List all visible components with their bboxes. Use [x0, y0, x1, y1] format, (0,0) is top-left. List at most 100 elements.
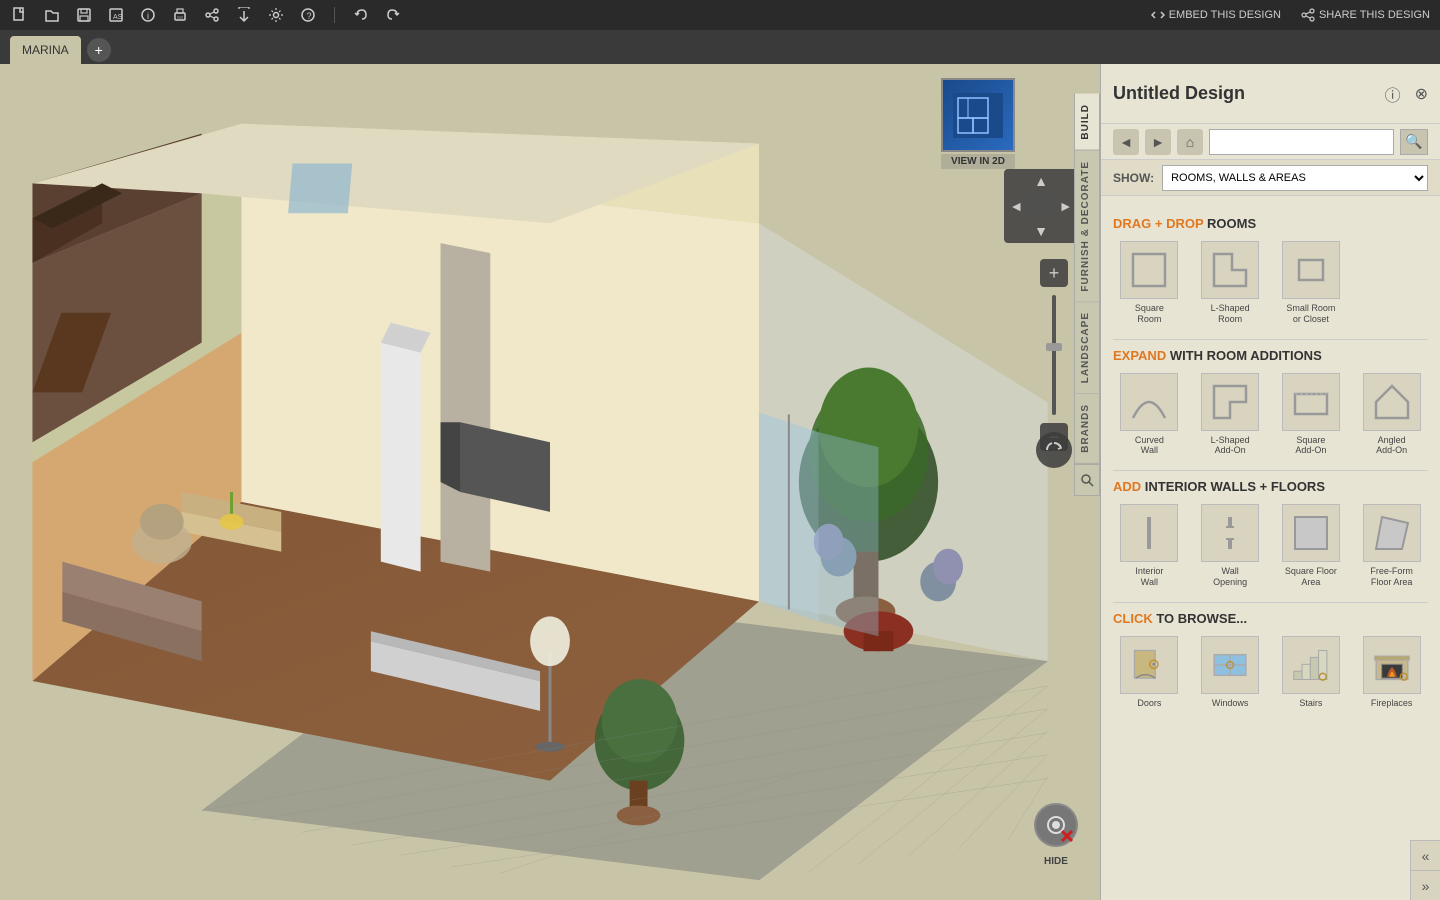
curved-wall-label: Curved Wall	[1135, 435, 1164, 457]
interior-grid: Interior Wall Wall Opening Square Floor …	[1113, 504, 1428, 588]
l-shaped-addon-item[interactable]: L-Shaped Add-On	[1194, 373, 1267, 457]
nav-down-button[interactable]: ▼	[1029, 218, 1054, 243]
print-icon[interactable]	[170, 5, 190, 25]
tab-build[interactable]: BUILD	[1074, 94, 1100, 151]
nav-empty-tl	[1004, 169, 1029, 194]
redo-icon[interactable]	[383, 5, 403, 25]
panel-collapse-button[interactable]: ⊗	[1415, 84, 1428, 104]
square-floor-item[interactable]: Square Floor Area	[1275, 504, 1348, 588]
new-icon[interactable]	[10, 5, 30, 25]
add-tab-button[interactable]: +	[87, 38, 111, 62]
l-shaped-room-item[interactable]: L-Shaped Room	[1194, 241, 1267, 325]
stairs-label: Stairs	[1299, 698, 1322, 709]
panel-search-button[interactable]: 🔍	[1400, 129, 1428, 155]
canvas[interactable]: VIEW IN 2D ▲ ◄ ► ▼ + −	[0, 64, 1100, 900]
rotate-button[interactable]	[1036, 432, 1072, 468]
empty-cell-1	[1355, 241, 1428, 325]
divider-3	[1113, 602, 1428, 603]
topbar-icons: AS i ?	[10, 5, 403, 25]
l-shaped-addon-icon	[1201, 373, 1259, 431]
angled-addon-item[interactable]: Angled Add-On	[1355, 373, 1428, 457]
divider-2	[1113, 470, 1428, 471]
nav-left-button[interactable]: ◄	[1004, 194, 1029, 219]
wall-opening-icon	[1201, 504, 1259, 562]
tab-furnish[interactable]: FURNISH & DECORATE	[1074, 151, 1100, 303]
windows-label: Windows	[1212, 698, 1249, 709]
doors-item[interactable]: Doors	[1113, 636, 1186, 709]
fireplaces-item[interactable]: Fireplaces	[1355, 636, 1428, 709]
expand-grid: Curved Wall L-Shaped Add-On Square Add-O…	[1113, 373, 1428, 457]
help-icon[interactable]: ?	[298, 5, 318, 25]
collapse-up-button[interactable]: «	[1411, 841, 1440, 871]
tab-landscape[interactable]: LANDSCAPE	[1074, 302, 1100, 394]
small-room-label: Small Room or Closet	[1286, 303, 1335, 325]
zoom-slider-track[interactable]	[1052, 295, 1056, 415]
l-shaped-room-label: L-Shaped Room	[1211, 303, 1250, 325]
show-select[interactable]: ROOMS, WALLS & AREAS	[1162, 165, 1428, 191]
hide-label: HIDE	[1044, 856, 1068, 867]
drag-drop-grid: Square Room L-Shaped Room Small Room or …	[1113, 241, 1428, 325]
square-floor-icon	[1282, 504, 1340, 562]
nav-empty-bl	[1004, 218, 1029, 243]
panel-info-button[interactable]: ⓘ	[1385, 82, 1401, 106]
floorplan-3d	[0, 64, 1100, 900]
save-as-icon[interactable]: AS	[106, 5, 126, 25]
panel-back-button[interactable]: ◄	[1113, 129, 1139, 155]
freeform-floor-item[interactable]: Free-Form Floor Area	[1355, 504, 1428, 588]
zoom-control: + −	[1040, 259, 1068, 451]
share-icon[interactable]	[202, 5, 222, 25]
svg-text:i: i	[147, 11, 149, 21]
tabbar: MARINA +	[0, 30, 1440, 64]
square-room-icon	[1120, 241, 1178, 299]
doors-label: Doors	[1137, 698, 1161, 709]
small-room-icon	[1282, 241, 1340, 299]
wall-opening-item[interactable]: Wall Opening	[1194, 504, 1267, 588]
open-icon[interactable]	[42, 5, 62, 25]
small-room-item[interactable]: Small Room or Closet	[1275, 241, 1348, 325]
nav-arrows: ▲ ◄ ► ▼	[1004, 169, 1078, 243]
curved-wall-icon	[1120, 373, 1178, 431]
section-browse-header: CLICK TO BROWSE...	[1113, 611, 1428, 626]
nav-up-button[interactable]: ▲	[1029, 169, 1054, 194]
square-room-item[interactable]: Square Room	[1113, 241, 1186, 325]
windows-item[interactable]: Windows	[1194, 636, 1267, 709]
wall-opening-label: Wall Opening	[1213, 566, 1247, 588]
embed-button[interactable]: EMBED THIS DESIGN	[1151, 8, 1281, 22]
tab-search[interactable]	[1074, 464, 1100, 496]
main-area: VIEW IN 2D ▲ ◄ ► ▼ + −	[0, 64, 1440, 900]
square-room-label: Square Room	[1135, 303, 1164, 325]
info-icon[interactable]: i	[138, 5, 158, 25]
hide-button[interactable]: HIDE	[1030, 808, 1082, 860]
stairs-item[interactable]: Stairs	[1275, 636, 1348, 709]
interior-wall-item[interactable]: Interior Wall	[1113, 504, 1186, 588]
browse-grid: Doors Windows	[1113, 636, 1428, 709]
export-icon[interactable]	[234, 5, 254, 25]
interior-wall-icon	[1120, 504, 1178, 562]
tab-marina[interactable]: MARINA	[10, 36, 81, 64]
view2d-button[interactable]: VIEW IN 2D	[941, 78, 1015, 152]
square-addon-item[interactable]: Square Add-On	[1275, 373, 1348, 457]
zoom-slider-thumb[interactable]	[1046, 343, 1062, 351]
collapse-down-button[interactable]: »	[1411, 871, 1440, 900]
fireplaces-label: Fireplaces	[1371, 698, 1413, 709]
section-expand-header: EXPAND WITH ROOM ADDITIONS	[1113, 348, 1428, 363]
tab-brands[interactable]: BRANDS	[1074, 394, 1100, 464]
settings-icon[interactable]	[266, 5, 286, 25]
svg-text:?: ?	[307, 11, 312, 21]
show-row: SHOW: ROOMS, WALLS & AREAS	[1101, 160, 1440, 196]
view2d-label: VIEW IN 2D	[941, 154, 1015, 169]
view2d-blueprint	[941, 78, 1015, 152]
svg-text:AS: AS	[113, 14, 123, 21]
panel-home-button[interactable]: ⌂	[1177, 129, 1203, 155]
stairs-icon	[1282, 636, 1340, 694]
show-label: SHOW:	[1113, 171, 1154, 185]
zoom-in-button[interactable]: +	[1040, 259, 1068, 287]
panel-search-input[interactable]	[1209, 129, 1394, 155]
l-shaped-addon-label: L-Shaped Add-On	[1211, 435, 1250, 457]
curved-wall-item[interactable]: Curved Wall	[1113, 373, 1186, 457]
panel-forward-button[interactable]: ►	[1145, 129, 1171, 155]
panel-title: Untitled Design	[1113, 83, 1379, 104]
undo-icon[interactable]	[351, 5, 371, 25]
share-design-button[interactable]: SHARE THIS DESIGN	[1301, 8, 1430, 22]
save-icon[interactable]	[74, 5, 94, 25]
